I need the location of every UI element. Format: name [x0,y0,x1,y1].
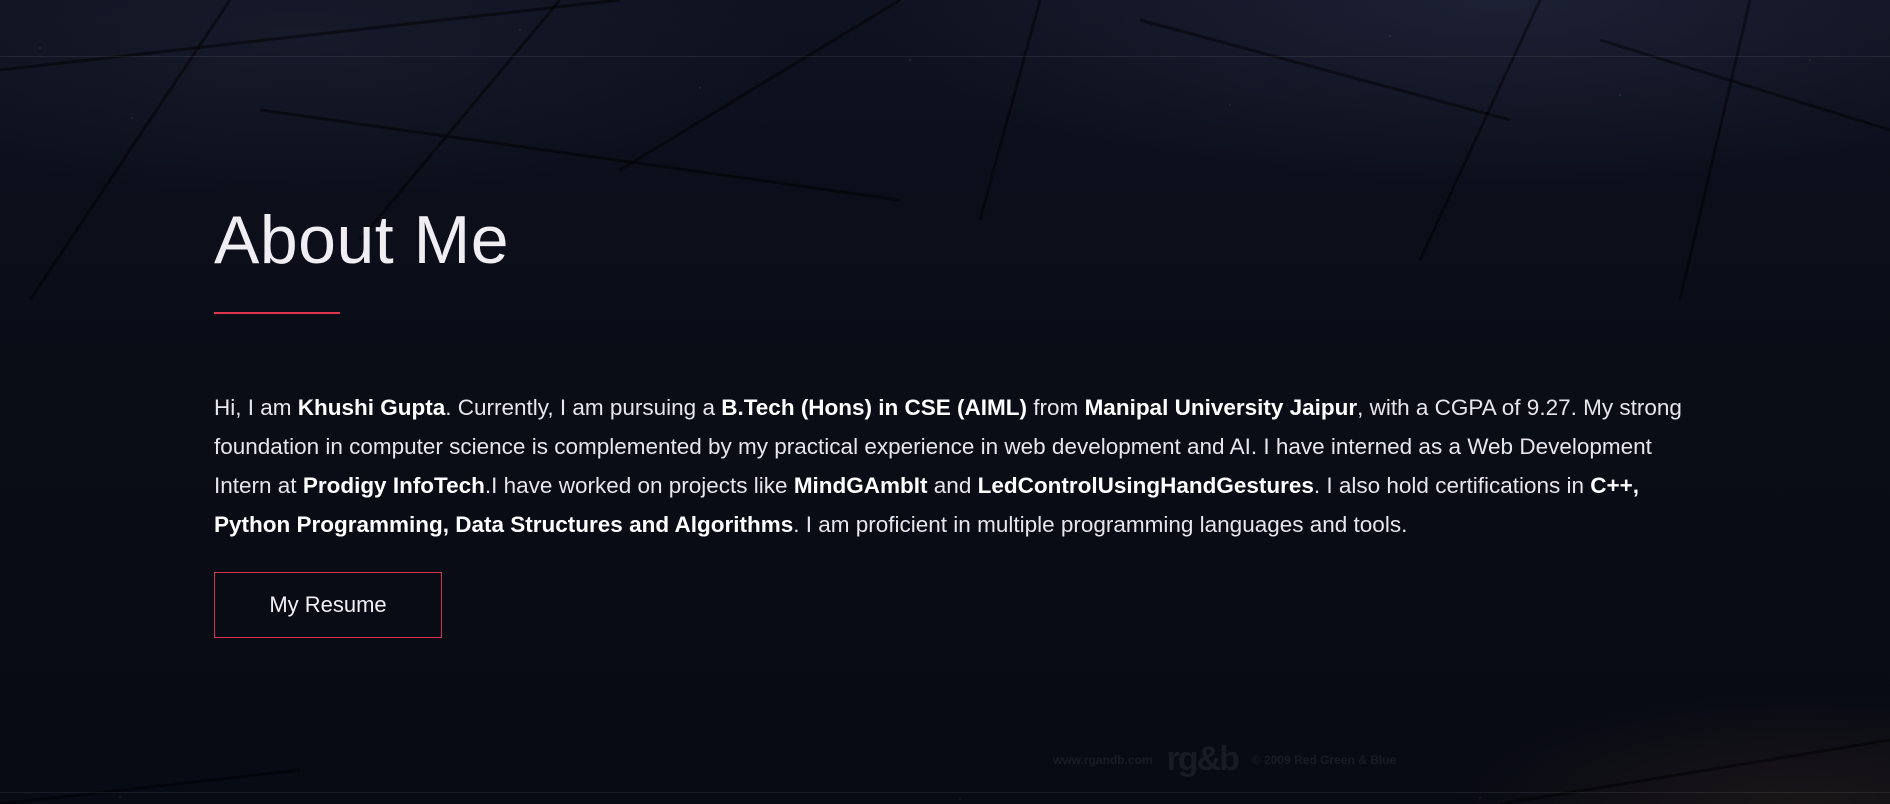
paragraph-text: and [927,472,978,498]
paragraph-text: Hi, I am [214,394,298,420]
highlighted-term: MindGAmbIt [793,472,928,498]
resume-button[interactable]: My Resume [214,571,442,638]
paragraph-text: . I am proficient in multiple programmin… [793,511,1408,537]
highlighted-term: Prodigy InfoTech [302,472,485,498]
highlighted-term: B.Tech (Hons) in CSE (AIML) [721,394,1028,420]
highlighted-term: Manipal University Jaipur [1084,394,1358,420]
about-paragraph: Hi, I am Khushi Gupta. Currently, I am p… [214,388,1694,544]
highlighted-term: LedControlUsingHandGestures [977,472,1314,498]
header-divider [0,56,1890,57]
watermark-site: www.rgandb.com [1053,752,1153,767]
paragraph-text: . Currently, I am pursuing a [445,394,722,420]
watermark: www.rgandb.com rg&b © 2009 Red Green & B… [1053,740,1396,779]
watermark-logo: rg&b [1166,740,1240,778]
paragraph-text: from [1027,394,1085,420]
section-title: About Me [214,202,510,278]
about-section: About Me Hi, I am Khushi Gupta. Currentl… [214,200,1694,638]
paragraph-text: .I have worked on projects like [484,472,794,498]
paragraph-text: . I also hold certifications in [1313,472,1591,498]
watermark-copyright: © 2009 Red Green & Blue [1251,752,1397,767]
footer-divider [0,792,1890,793]
highlighted-term: Khushi Gupta [297,394,446,420]
about-page: About Me Hi, I am Khushi Gupta. Currentl… [0,0,1890,804]
title-underline [214,311,340,314]
